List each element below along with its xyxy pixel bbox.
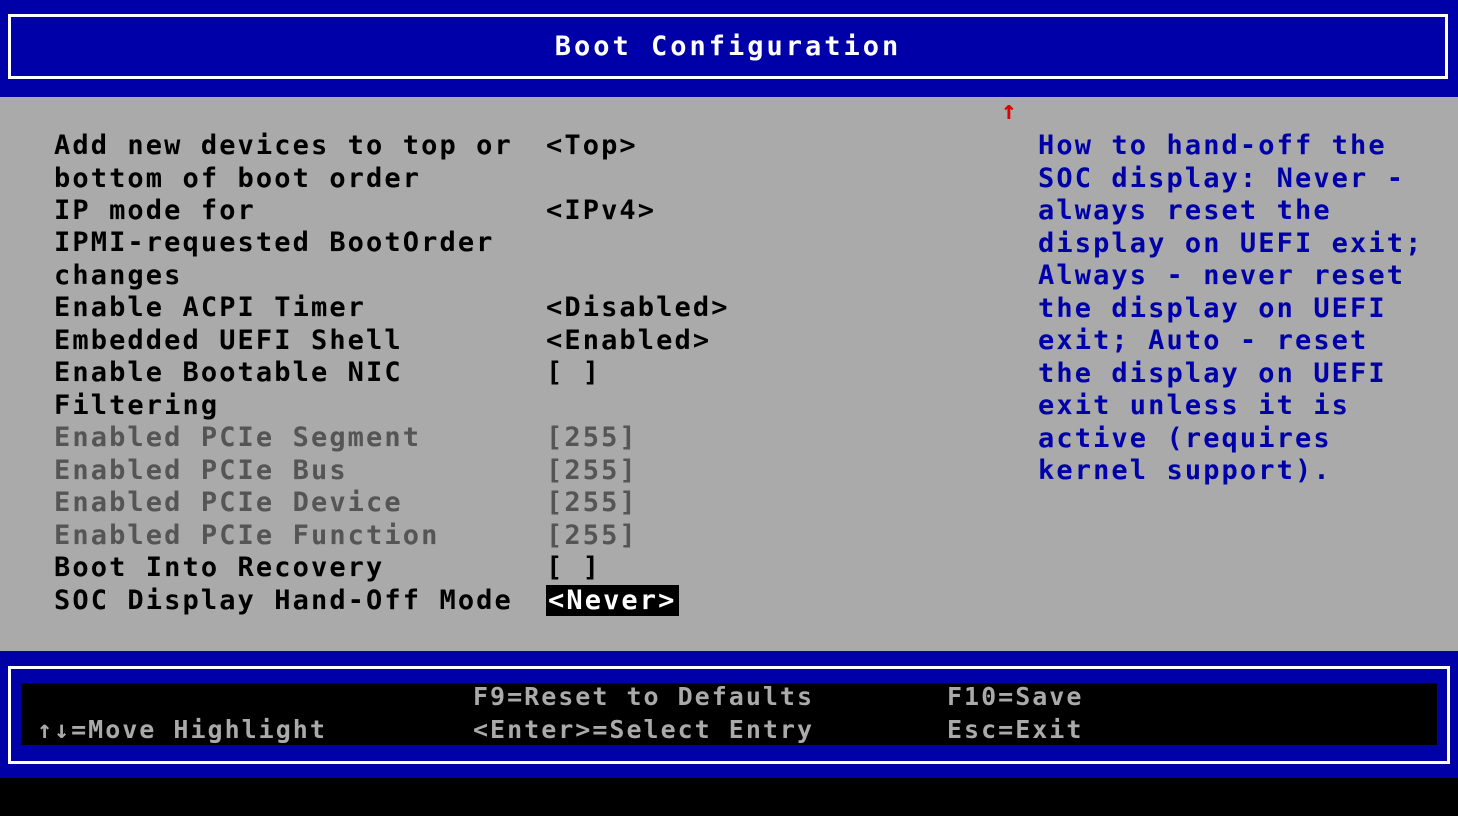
title-bar: Boot Configuration <box>0 0 1458 97</box>
reset-defaults-hint[interactable]: F9=Reset to Defaults <box>473 681 814 713</box>
option-checkbox-boot-into-recovery[interactable]: [ ] <box>546 552 601 585</box>
option-label-pcie-segment: Enabled PCIe Segment <box>54 422 422 453</box>
selected-highlight[interactable]: <Never> <box>546 584 679 616</box>
option-value-uefi-shell[interactable]: <Enabled> <box>546 325 711 358</box>
option-label-acpi-timer[interactable]: Enable ACPI Timer <box>54 292 366 325</box>
key-help-panel: ↑↓=Move Highlight F9=Reset to Defaults <… <box>21 681 1437 746</box>
option-value-new-device-order[interactable]: <Top> <box>546 130 638 163</box>
footer-frame: ↑↓=Move Highlight F9=Reset to Defaults <… <box>8 666 1450 764</box>
option-label-ipmi-ip-mode[interactable]: IP mode for IPMI-requested BootOrder cha… <box>54 195 495 293</box>
footer-bar: ↑↓=Move Highlight F9=Reset to Defaults <… <box>0 651 1458 778</box>
settings-panel: ↑ Add new devices to top or bottom of bo… <box>0 97 1458 651</box>
option-label-pcie-function: Enabled PCIe Function <box>54 519 440 551</box>
option-value-acpi-timer[interactable]: <Disabled> <box>546 292 730 325</box>
option-label-uefi-shell[interactable]: Embedded UEFI Shell <box>54 325 403 358</box>
option-label-pcie-device: Enabled PCIe Device <box>54 487 403 518</box>
option-value-pcie-device: [255] <box>546 487 638 518</box>
option-label-boot-into-recovery[interactable]: Boot Into Recovery <box>54 552 384 585</box>
option-value-pcie-segment: [255] <box>546 422 638 453</box>
option-value-pcie-function: [255] <box>546 519 638 551</box>
title-frame: Boot Configuration <box>8 14 1448 79</box>
option-label-bootable-nic-filtering[interactable]: Enable Bootable NIC Filtering <box>54 357 403 422</box>
scroll-up-icon[interactable]: ↑ <box>1001 98 1017 124</box>
option-label-soc-display-handoff[interactable]: SOC Display Hand-Off Mode <box>54 585 513 618</box>
exit-hint[interactable]: Esc=Exit <box>947 714 1083 746</box>
select-entry-hint[interactable]: <Enter>=Select Entry <box>473 714 814 746</box>
option-value-pcie-bus: [255] <box>546 454 638 486</box>
option-checkbox-bootable-nic-filtering[interactable]: [ ] <box>546 357 601 390</box>
move-highlight-hint: ↑↓=Move Highlight <box>37 715 327 744</box>
option-label-new-device-order[interactable]: Add new devices to top or bottom of boot… <box>54 130 513 195</box>
help-text: How to hand-off the SOC display: Never -… <box>1038 130 1424 486</box>
save-hint[interactable]: F10=Save <box>947 681 1083 713</box>
option-label-pcie-bus: Enabled PCIe Bus <box>54 454 348 486</box>
page-title: Boot Configuration <box>554 31 902 62</box>
option-value-soc-display-handoff[interactable]: <Never> <box>546 584 679 618</box>
option-value-ipmi-ip-mode[interactable]: <IPv4> <box>546 195 656 228</box>
